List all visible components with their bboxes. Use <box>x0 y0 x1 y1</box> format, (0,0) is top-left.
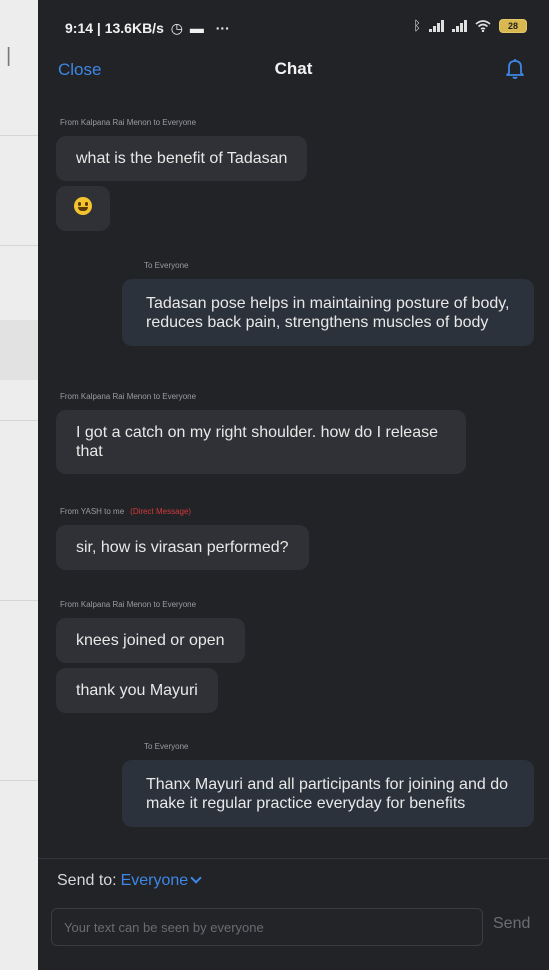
message-recipient: To Everyone <box>144 742 189 751</box>
status-bar: 9:14 | 13.6KB/s ◷ ▬ ··· ᛒ 28 <box>38 0 549 44</box>
background-divider <box>0 135 40 136</box>
chat-message-emoji <box>56 186 110 231</box>
status-time: 9:14 | 13.6KB/s ◷ ▬ ··· <box>65 20 230 36</box>
bluetooth-icon: ᛒ <box>413 18 421 33</box>
chat-header: Close Chat <box>38 50 549 90</box>
message-sender: From YASH to me (Direct Message) <box>60 507 192 516</box>
wifi-icon <box>475 19 491 32</box>
more-notifications-icon: ··· <box>215 20 230 36</box>
background-divider <box>0 245 40 246</box>
background-divider <box>0 420 40 421</box>
message-notification-icon: ▬ <box>189 20 204 36</box>
chat-message-mine: Thanx Mayuri and all participants for jo… <box>122 760 534 827</box>
chevron-down-icon[interactable] <box>190 872 202 884</box>
alarm-icon: ◷ <box>170 20 183 36</box>
chat-message: sir, how is virasan performed? <box>56 525 309 570</box>
send-to-value[interactable]: Everyone <box>121 872 189 889</box>
background-divider <box>0 600 40 601</box>
send-to-selector[interactable]: Send to: Everyone <box>57 872 202 890</box>
message-recipient: To Everyone <box>144 261 189 270</box>
signal-icon <box>452 19 467 32</box>
chat-message-mine: Tadasan pose helps in maintaining postur… <box>122 279 534 346</box>
background-divider <box>0 780 40 781</box>
page-title: Chat <box>274 59 313 78</box>
direct-message-badge: (Direct Message) <box>130 507 192 516</box>
message-sender: From Kalpana Rai Menon to Everyone <box>60 392 197 401</box>
send-button[interactable]: Send <box>493 915 530 933</box>
send-to-label: Send to: <box>57 872 117 889</box>
chat-message: what is the benefit of Tadasan <box>56 136 308 181</box>
background-glyph-icon: | <box>6 45 12 67</box>
message-sender: From Kalpana Rai Menon to Everyone <box>60 600 197 609</box>
smiley-icon <box>74 197 92 215</box>
message-sender: From Kalpana Rai Menon to Everyone <box>60 118 197 127</box>
chat-message: knees joined or open <box>56 618 245 663</box>
background-shade <box>0 320 40 380</box>
bell-icon[interactable] <box>503 56 527 80</box>
status-icons: ᛒ 28 <box>413 18 527 33</box>
signal-icon <box>429 19 444 32</box>
chat-screen: 9:14 | 13.6KB/s ◷ ▬ ··· ᛒ 28 Close Chat <box>38 0 549 970</box>
chat-input[interactable] <box>51 908 483 946</box>
background-app-edge: | <box>0 0 40 970</box>
battery-icon: 28 <box>499 18 527 33</box>
composer-divider <box>38 858 549 859</box>
chat-message: thank you Mayuri <box>56 668 218 713</box>
chat-message: I got a catch on my right shoulder. how … <box>56 410 466 474</box>
